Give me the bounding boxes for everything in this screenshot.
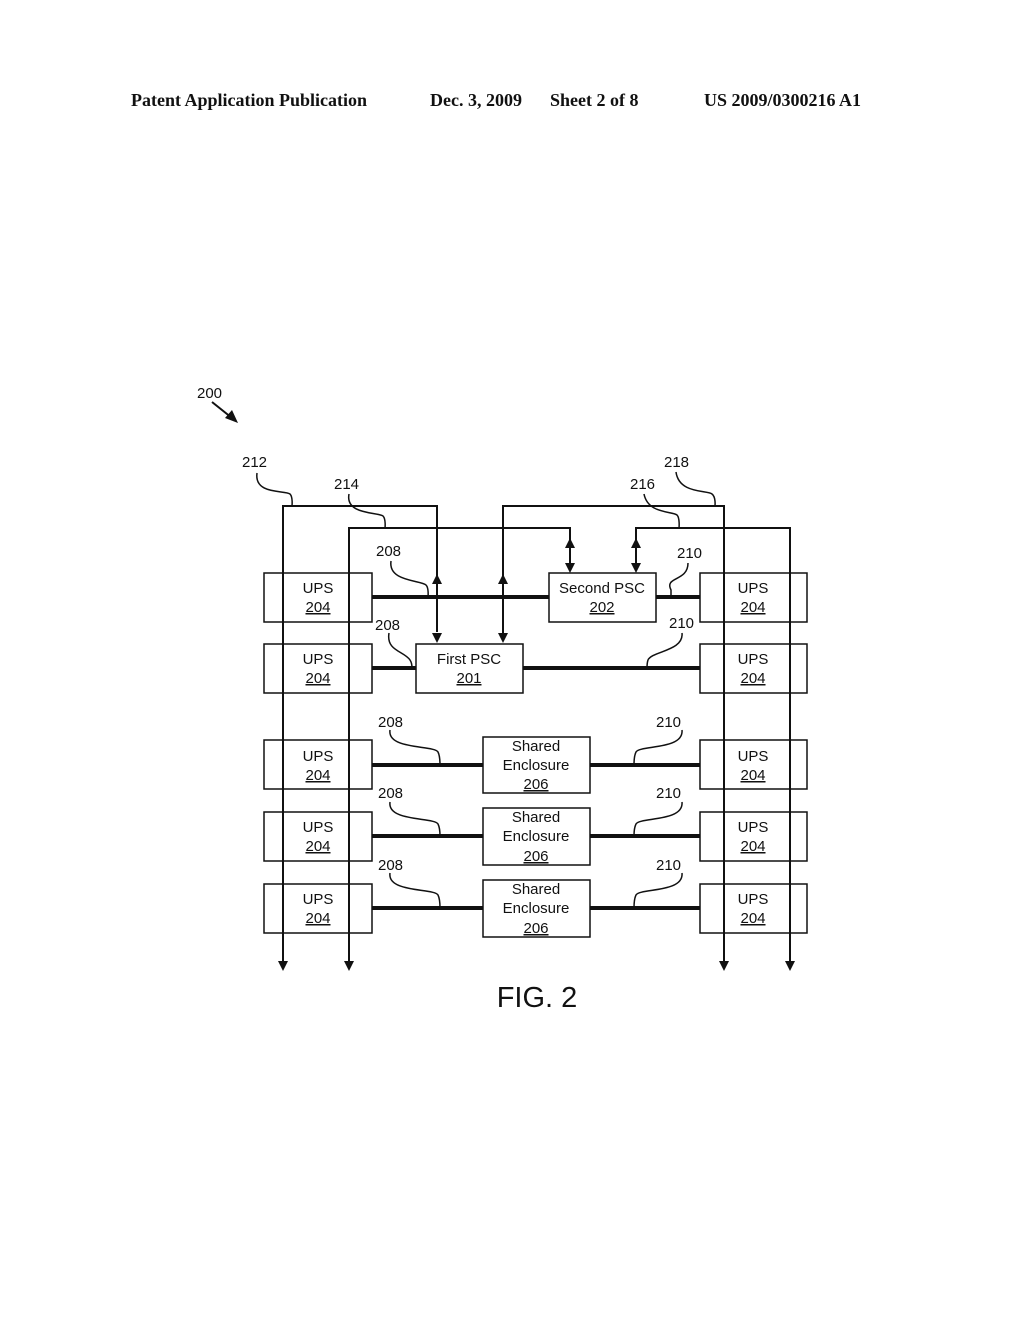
ups-ref: 204 bbox=[740, 910, 765, 927]
ups-ref: 204 bbox=[305, 910, 330, 927]
double-arrow-shafts bbox=[569, 540, 637, 566]
svg-text:206: 206 bbox=[523, 776, 548, 793]
ups-ref: 204 bbox=[305, 838, 330, 855]
ups-name: UPS bbox=[738, 748, 769, 765]
svg-text:206: 206 bbox=[523, 848, 548, 865]
ups-name: UPS bbox=[303, 748, 334, 765]
label-208: 208 bbox=[378, 857, 403, 874]
shared-enclosure-3: Shared Enclosure 206 bbox=[482, 879, 591, 938]
ups-ref: 204 bbox=[740, 767, 765, 784]
svg-text:Enclosure: Enclosure bbox=[503, 828, 570, 845]
svg-text:206: 206 bbox=[523, 920, 548, 937]
arrow-down-214 bbox=[344, 961, 354, 971]
label-208: 208 bbox=[378, 714, 403, 731]
ups-ref: 204 bbox=[740, 838, 765, 855]
ups-name: UPS bbox=[303, 891, 334, 908]
label-208: 208 bbox=[378, 785, 403, 802]
figure-ref-arrow bbox=[211, 401, 238, 423]
ups-name: UPS bbox=[738, 819, 769, 836]
ups-name: UPS bbox=[738, 580, 769, 597]
label-210: 210 bbox=[669, 615, 694, 632]
ups-ref: 204 bbox=[740, 670, 765, 687]
ups-ref: 204 bbox=[740, 599, 765, 616]
ups-name: UPS bbox=[303, 819, 334, 836]
ups-ref: 204 bbox=[305, 599, 330, 616]
arrow-down-216 bbox=[785, 961, 795, 971]
label-210: 210 bbox=[656, 785, 681, 802]
shared-enclosure-1: Shared Enclosure 206 bbox=[482, 736, 591, 794]
ups-name: UPS bbox=[738, 651, 769, 668]
label-216: 216 bbox=[630, 476, 655, 493]
svg-text:Shared: Shared bbox=[512, 809, 560, 826]
arrow-down-212 bbox=[278, 961, 288, 971]
ups-name: UPS bbox=[303, 580, 334, 597]
label-212: 212 bbox=[242, 454, 267, 471]
ups-ref: 204 bbox=[305, 670, 330, 687]
figure-2-diagram: 200 UPS 204 UPS 204 UPS 204 UPS 204 UPS … bbox=[197, 385, 808, 1014]
svg-text:Shared: Shared bbox=[512, 881, 560, 898]
second-psc-box: Second PSC 202 bbox=[548, 572, 657, 623]
figure-ref-200: 200 bbox=[197, 385, 222, 402]
arrow-up-212 bbox=[432, 574, 442, 584]
ups-name: UPS bbox=[303, 651, 334, 668]
svg-text:Enclosure: Enclosure bbox=[503, 900, 570, 917]
ups-name: UPS bbox=[738, 891, 769, 908]
arrow-up-218 bbox=[498, 574, 508, 584]
svg-text:Enclosure: Enclosure bbox=[503, 757, 570, 774]
label-208: 208 bbox=[375, 617, 400, 634]
ups-ref: 204 bbox=[305, 767, 330, 784]
label-218: 218 bbox=[664, 454, 689, 471]
second-psc-name: Second PSC bbox=[559, 580, 645, 597]
figure-caption: FIG. 2 bbox=[497, 982, 578, 1014]
arrow-down-218 bbox=[719, 961, 729, 971]
first-psc-name: First PSC bbox=[437, 651, 501, 668]
second-psc-ref: 202 bbox=[589, 599, 614, 616]
shared-enclosure-2: Shared Enclosure 206 bbox=[482, 807, 591, 866]
arrow-down-212-psc bbox=[432, 633, 442, 643]
label-208: 208 bbox=[376, 543, 401, 560]
first-psc-box: First PSC 201 bbox=[415, 643, 524, 694]
svg-text:Shared: Shared bbox=[512, 738, 560, 755]
label-210: 210 bbox=[677, 545, 702, 562]
arrow-down-218-psc bbox=[498, 633, 508, 643]
first-psc-ref: 201 bbox=[456, 670, 481, 687]
label-210: 210 bbox=[656, 714, 681, 731]
label-214: 214 bbox=[334, 476, 359, 493]
label-210: 210 bbox=[656, 857, 681, 874]
